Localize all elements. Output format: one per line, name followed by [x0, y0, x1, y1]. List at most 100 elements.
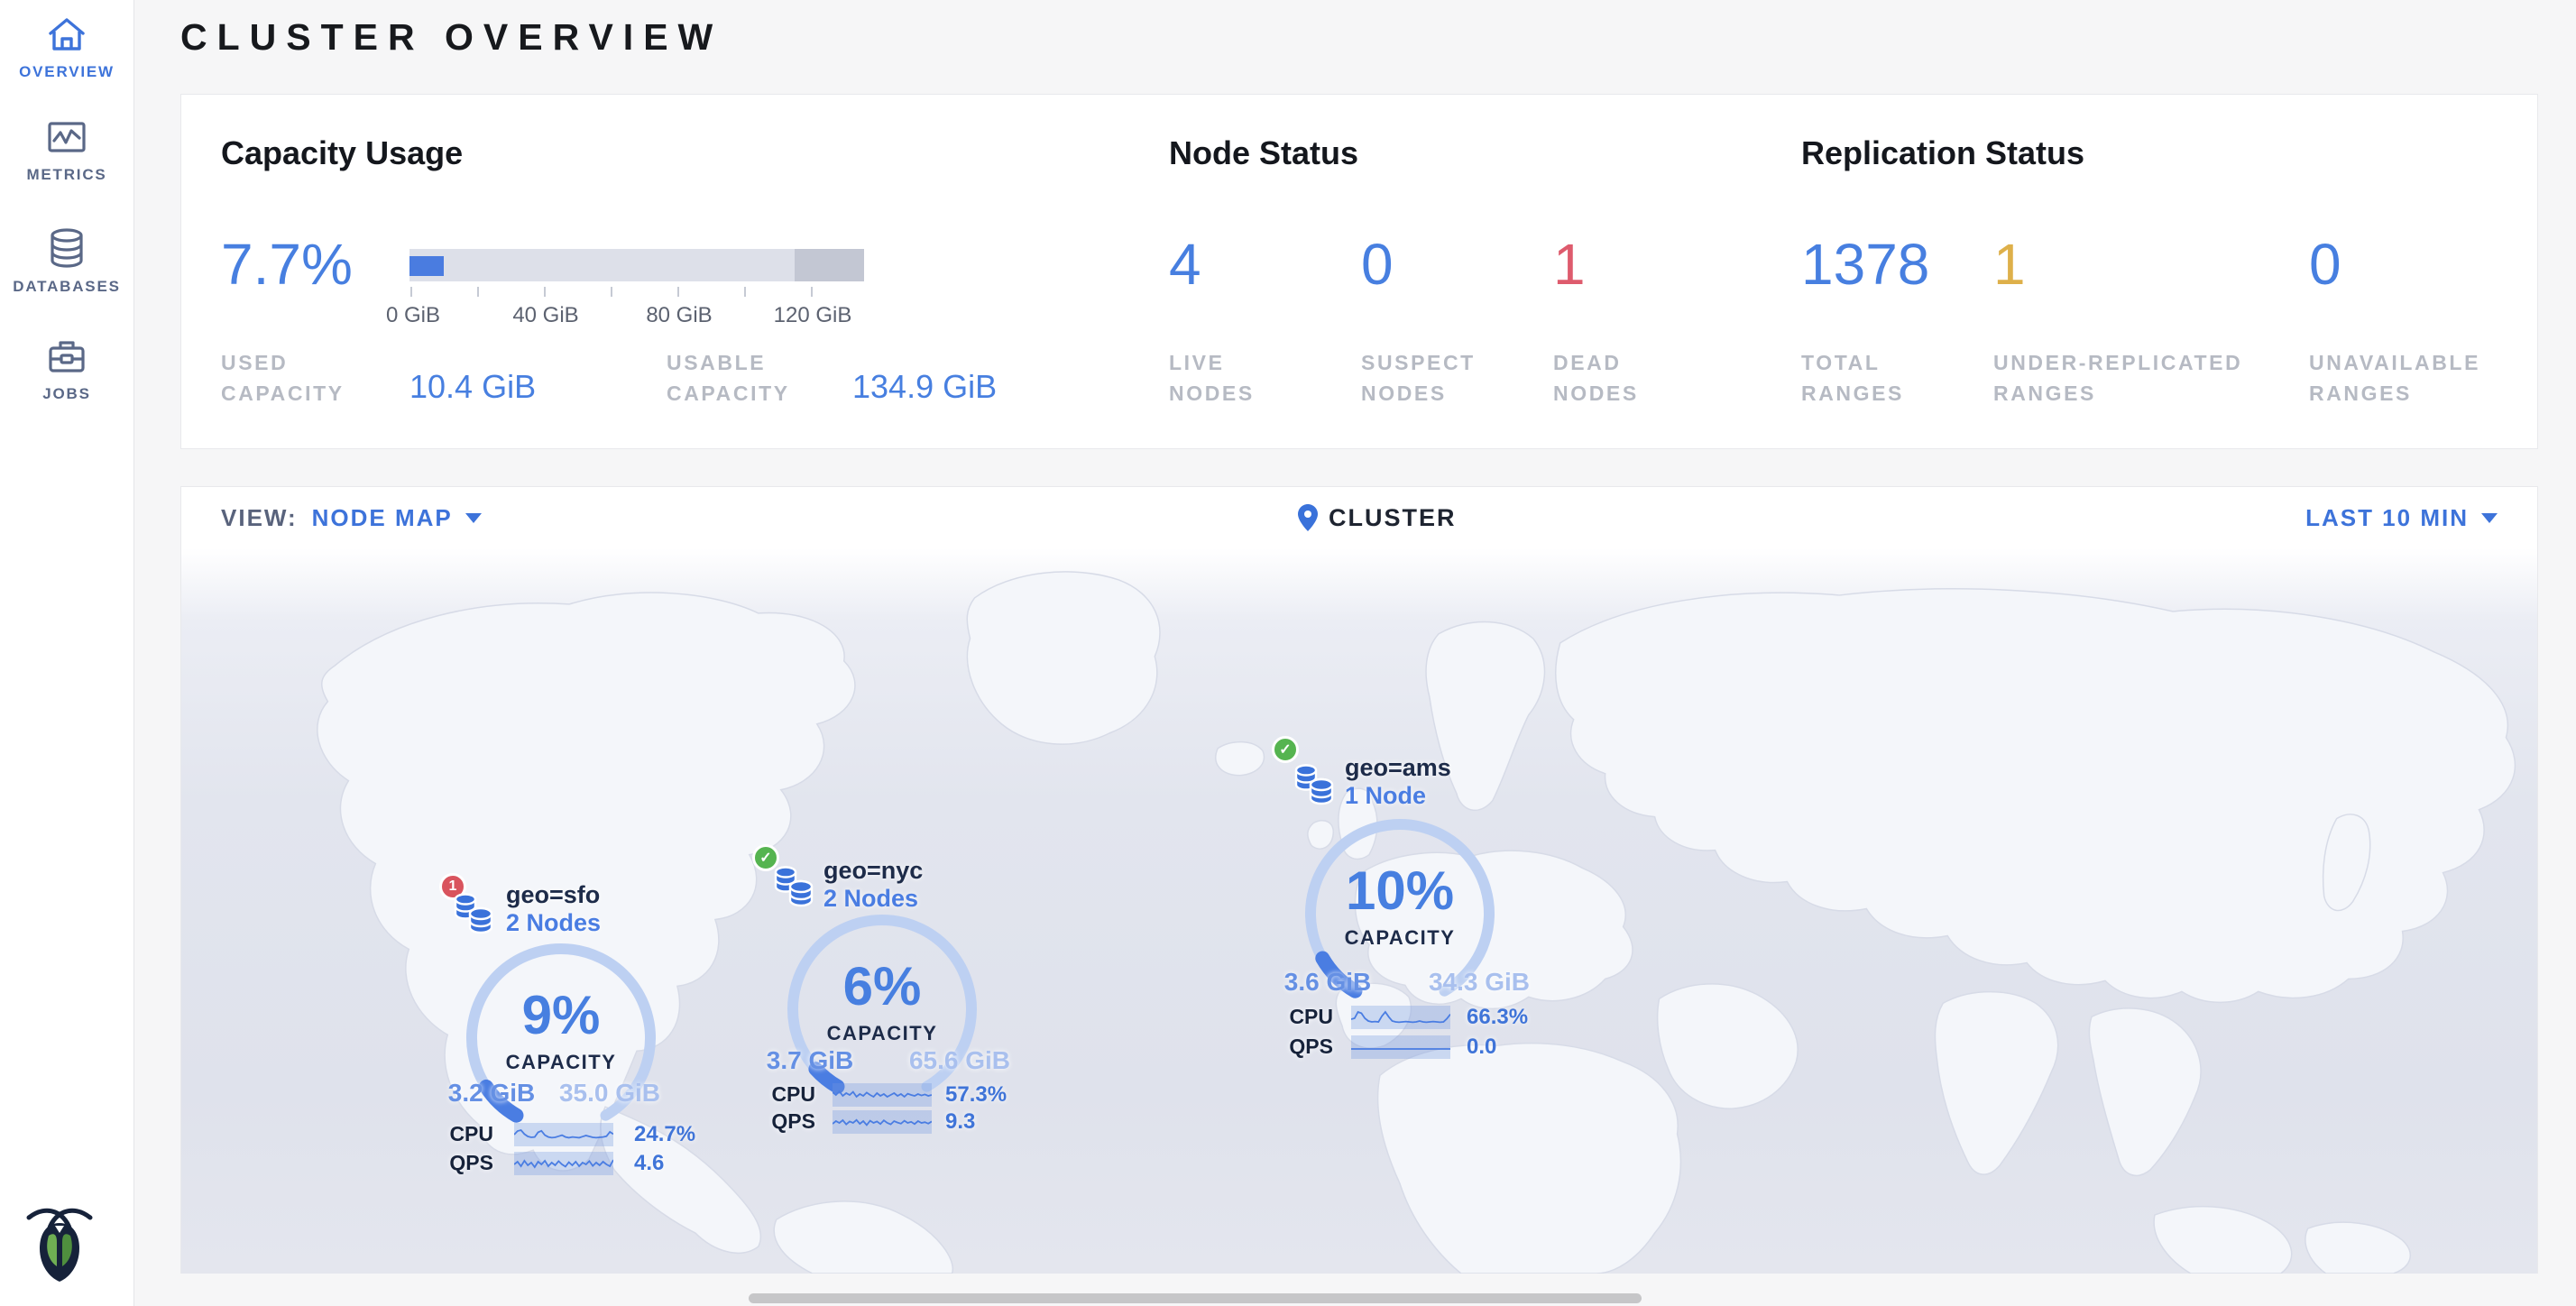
axis-tick-label: 80 GiB	[646, 303, 712, 328]
cockroachdb-logo	[22, 1203, 97, 1283]
view-label: VIEW:	[221, 504, 298, 532]
dead-nodes-count: 1	[1553, 232, 1586, 297]
sidebar-item-overview[interactable]: OVERVIEW	[0, 14, 133, 81]
axis-tick	[611, 287, 612, 297]
usable-capacity-value: 134.9 GiB	[852, 368, 997, 406]
unavailable-ranges-count: 0	[2309, 232, 2341, 297]
node-group-icon	[452, 891, 495, 934]
under-replicated-ranges-label: UNDER-REPLICATED RANGES	[1993, 347, 2242, 409]
capacity-bar-reserved	[795, 249, 864, 281]
databases-icon	[46, 227, 87, 269]
qps-label: QPS	[446, 1151, 493, 1175]
axis-tick	[744, 287, 746, 297]
metrics-icon	[46, 117, 87, 157]
healthy-badge: ✓	[1272, 736, 1299, 763]
page-title: CLUSTER OVERVIEW	[180, 16, 722, 59]
qps-sparkline	[1351, 1035, 1450, 1059]
node-group-icon	[1293, 762, 1336, 805]
dead-nodes-label: DEAD NODES	[1553, 347, 1639, 409]
axis-tick-label: 0 GiB	[386, 303, 440, 328]
locality-nodes-link[interactable]: 2 Nodes	[823, 885, 918, 912]
qps-value: 4.6	[634, 1151, 664, 1176]
total-capacity-value: 65.6 GiB	[909, 1046, 1010, 1075]
cpu-value: 24.7%	[634, 1122, 695, 1147]
axis-tick-label: 120 GiB	[774, 303, 852, 328]
view-bar: VIEW: NODE MAP CLUSTER LAST 10 MIN	[181, 487, 2537, 549]
total-capacity-value: 35.0 GiB	[559, 1079, 660, 1108]
unavailable-ranges-label: UNAVAILABLE RANGES	[2309, 347, 2480, 409]
axis-tick-label: 40 GiB	[512, 303, 578, 328]
qps-sparkline	[514, 1152, 613, 1175]
used-capacity-value: 3.7 GiB	[767, 1046, 853, 1075]
sidebar-item-label: JOBS	[42, 385, 91, 403]
cpu-label: CPU	[1286, 1005, 1333, 1029]
cpu-value: 66.3%	[1467, 1005, 1528, 1030]
cpu-label: CPU	[768, 1082, 815, 1107]
horizontal-scrollbar[interactable]	[749, 1293, 1642, 1303]
breadcrumb-label: CLUSTER	[1329, 504, 1457, 532]
used-capacity-label: USED CAPACITY	[221, 347, 345, 409]
suspect-nodes-count: 0	[1361, 232, 1394, 297]
capacity-caption: CAPACITY	[1301, 926, 1499, 950]
capacity-gauge: 9% CAPACITY	[462, 939, 660, 1137]
sidebar: OVERVIEW METRICS DATABASES JOBS	[0, 0, 134, 1306]
usable-capacity-label: USABLE CAPACITY	[667, 347, 790, 409]
axis-tick	[410, 287, 412, 297]
cpu-sparkline	[1351, 1006, 1450, 1029]
locality-label: geo=sfo	[506, 881, 600, 908]
chevron-down-icon	[2481, 513, 2498, 523]
summary-card: Capacity Usage 7.7% 0 GiB 40 GiB 80 GiB …	[180, 94, 2538, 449]
locality-nodes-link[interactable]: 1 Node	[1345, 782, 1426, 809]
locality-marker-nyc[interactable]: ✓ geo=nyc 2 Nodes 6% CAPACITY 3.7 GiB 6	[752, 844, 1063, 1160]
qps-label: QPS	[1286, 1035, 1333, 1059]
live-nodes-label: LIVE NODES	[1169, 347, 1255, 409]
capacity-usage-title: Capacity Usage	[221, 134, 463, 172]
locality-marker-ams[interactable]: ✓ geo=ams 1 Node 10% CAPACITY 3.6 GiB 3	[1272, 736, 1583, 1052]
axis-tick	[811, 287, 813, 297]
qps-label: QPS	[768, 1109, 815, 1134]
breadcrumb[interactable]: CLUSTER	[1298, 487, 1457, 548]
map-card: VIEW: NODE MAP CLUSTER LAST 10 MIN	[180, 486, 2538, 1274]
capacity-percent-label: 6%	[783, 958, 981, 1016]
live-nodes-count: 4	[1169, 232, 1201, 297]
locality-nodes-link[interactable]: 2 Nodes	[506, 909, 601, 936]
qps-value: 9.3	[945, 1109, 975, 1135]
capacity-bar-used	[409, 256, 444, 276]
time-range-label: LAST 10 MIN	[2305, 504, 2469, 532]
cpu-sparkline	[514, 1123, 613, 1146]
node-map-canvas[interactable]: 1 geo=sfo 2 Nodes 9% CAPACITY 3.2 GiB 3	[181, 548, 2537, 1274]
capacity-percent: 7.7%	[221, 232, 353, 297]
used-capacity-value: 3.2 GiB	[448, 1079, 535, 1108]
total-capacity-value: 34.3 GiB	[1429, 968, 1530, 997]
cpu-label: CPU	[446, 1122, 493, 1146]
locality-label: geo=ams	[1345, 754, 1451, 781]
replication-status-title: Replication Status	[1801, 134, 2084, 172]
capacity-percent-label: 10%	[1301, 862, 1499, 920]
sidebar-item-databases[interactable]: DATABASES	[0, 227, 133, 296]
home-icon	[46, 14, 87, 54]
chevron-down-icon[interactable]	[465, 513, 482, 523]
capacity-caption: CAPACITY	[462, 1051, 660, 1074]
axis-tick	[677, 287, 679, 297]
capacity-bar	[409, 249, 864, 281]
used-capacity-value: 3.6 GiB	[1284, 968, 1371, 997]
qps-sparkline	[833, 1110, 932, 1134]
sidebar-item-label: OVERVIEW	[19, 63, 115, 81]
axis-tick	[477, 287, 479, 297]
location-pin-icon	[1298, 504, 1318, 531]
total-ranges-count: 1378	[1801, 232, 1929, 297]
view-selector[interactable]: NODE MAP	[312, 504, 453, 532]
jobs-icon	[46, 336, 87, 376]
time-range-selector[interactable]: LAST 10 MIN	[2305, 487, 2498, 548]
total-ranges-label: TOTAL RANGES	[1801, 347, 1904, 409]
qps-value: 0.0	[1467, 1035, 1496, 1060]
sidebar-item-label: METRICS	[26, 166, 106, 184]
node-status-title: Node Status	[1169, 134, 1358, 172]
sidebar-item-metrics[interactable]: METRICS	[0, 117, 133, 184]
cpu-value: 57.3%	[945, 1082, 1007, 1108]
sidebar-item-jobs[interactable]: JOBS	[0, 336, 133, 403]
locality-marker-sfo[interactable]: 1 geo=sfo 2 Nodes 9% CAPACITY 3.2 GiB 3	[439, 873, 750, 1189]
cpu-sparkline	[833, 1083, 932, 1107]
capacity-gauge: 6% CAPACITY	[783, 910, 981, 1108]
axis-tick	[544, 287, 546, 297]
